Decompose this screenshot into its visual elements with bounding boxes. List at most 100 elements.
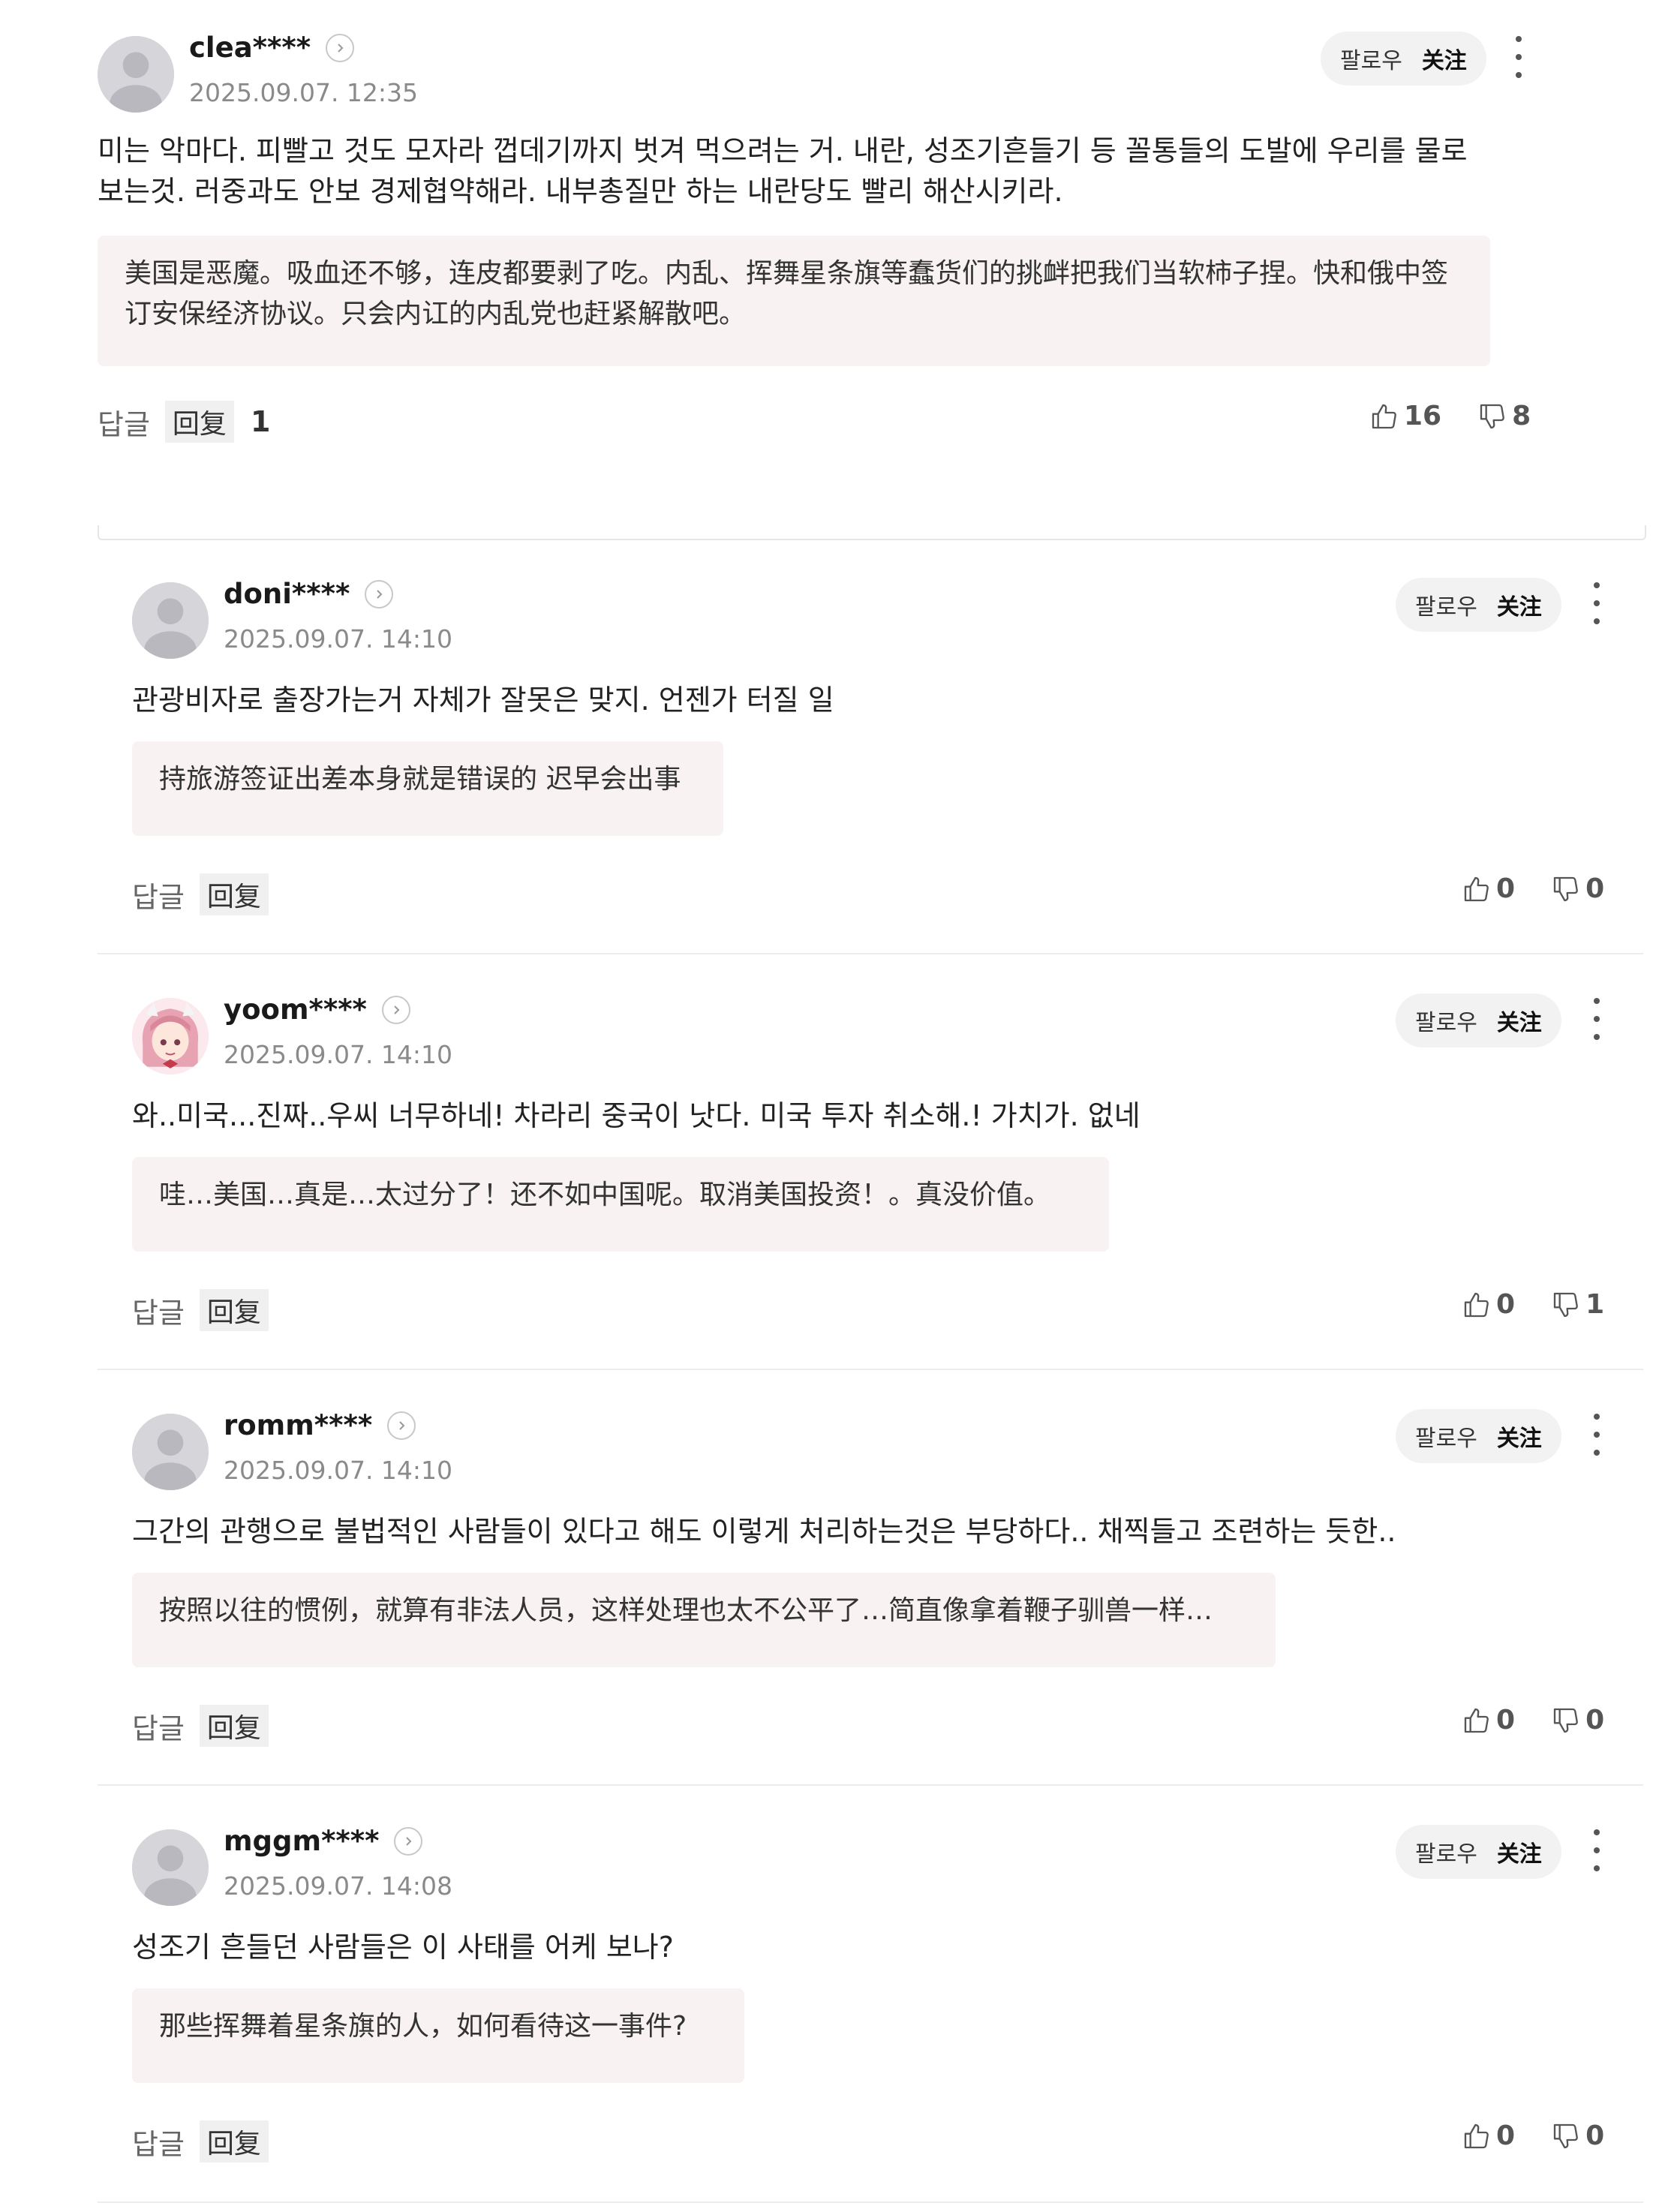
vote-controls: 0 0 [1462,2120,1604,2151]
avatar[interactable] [132,582,209,659]
chevron-right-icon[interactable] [381,995,410,1024]
dislike-button[interactable]: 0 [1551,2120,1604,2151]
like-button[interactable]: 0 [1462,873,1515,904]
reply-label-zh: 回复 [199,873,269,915]
comment-text: 관광비자로 출장가는거 자체가 잘못은 맞지. 언젠가 터질 일 [132,680,834,720]
reply-comment-4: mggm**** 2025.09.07. 14:08 팔로우 关注 성조기 흔들… [132,1825,1633,2174]
reply-actions[interactable]: 답글 回复 [132,873,269,915]
chevron-right-icon[interactable] [387,1411,416,1440]
divider [98,2201,1643,2203]
like-button[interactable]: 0 [1462,2120,1515,2151]
more-options-icon[interactable] [1588,1829,1606,1871]
reply-link[interactable]: 답글 [132,1706,185,1747]
translation-box: 持旅游签证出差本身就是错误的 迟早会出事 [132,741,723,836]
thumbs-up-icon [1464,1708,1489,1733]
like-count: 0 [1496,1705,1516,1736]
like-button[interactable]: 0 [1462,1289,1515,1320]
thumbs-up-icon [1372,404,1396,428]
follow-button[interactable]: 팔로우 关注 [1396,1825,1561,1879]
dislike-count: 0 [1585,873,1605,904]
thumbs-down-icon [1480,404,1504,428]
comment-text: 성조기 흔들던 사람들은 이 사태를 어케 보나? [132,1927,674,1967]
username[interactable]: mggm**** [224,1825,423,1857]
comment-date: 2025.09.07. 14:10 [224,624,453,654]
avatar-anime[interactable] [132,998,209,1074]
translation-line: 美国是恶魔。吸血还不够，连皮都要剥了吃。内乱、挥舞星条旗等蠢货们的挑衅把我们当软… [125,258,1449,289]
follow-label-ko: 팔로우 [1340,48,1402,74]
avatar[interactable] [98,36,174,113]
dislike-count: 8 [1512,401,1531,431]
follow-label-ko: 팔로우 [1415,1426,1477,1452]
translation-line: 那些挥舞着星条旗的人，如何看待这一事件? [159,2011,687,2042]
reply-actions[interactable]: 답글 回复 [132,1289,269,1331]
thumbs-up-icon [1464,876,1489,901]
avatar[interactable] [132,1414,209,1490]
comment-text: 미는 악마다. 피빨고 것도 모자라 껍데기까지 벗겨 먹으려는 거. 내란, … [98,131,1468,212]
follow-label-ko: 팔로우 [1415,594,1477,621]
dislike-button[interactable]: 8 [1477,401,1531,431]
translation-line: 订安保经济协议。只会内讧的内乱党也赶紧解散吧。 [125,299,747,329]
translation-line: 哇…美国…真是…太过分了！还不如中国呢。取消美国投资！。真没价值。 [159,1180,1051,1210]
username[interactable]: doni**** [224,578,394,610]
comment-date: 2025.09.07. 14:08 [224,1871,453,1901]
reply-link[interactable]: 답글 [132,874,185,915]
reply-count: 1 [250,405,271,438]
follow-label-zh: 关注 [1496,1426,1542,1452]
comment-text-line: 와..미국...진짜..우씨 너무하네! 차라리 중국이 낫다. 미국 투자 취… [132,1099,1141,1132]
username[interactable]: romm**** [224,1409,416,1441]
thumbs-down-icon [1553,2123,1578,2148]
translation-box: 美国是恶魔。吸血还不够，连皮都要剥了吃。内乱、挥舞星条旗等蠢货们的挑衅把我们当软… [98,236,1490,366]
dislike-count: 0 [1585,2120,1605,2151]
follow-label-zh: 关注 [1496,1841,1542,1868]
dislike-button[interactable]: 0 [1551,1705,1604,1736]
follow-label-ko: 팔로우 [1415,1010,1477,1036]
thumbs-up-icon [1464,1292,1489,1317]
username[interactable]: clea**** [189,32,355,64]
dislike-count: 0 [1585,1705,1605,1736]
like-count: 0 [1496,2120,1516,2151]
more-options-icon[interactable] [1588,998,1606,1040]
translation-line: 按照以往的惯例，就算有非法人员，这样处理也太不公平了…简直像拿着鞭子驯兽一样… [159,1595,1213,1626]
reply-section-divider [98,525,1646,540]
more-options-icon[interactable] [1510,36,1528,78]
reply-actions[interactable]: 답글 回复 [132,1705,269,1747]
reply-label-zh: 回复 [199,1289,269,1331]
thumbs-down-icon [1553,876,1578,901]
dislike-button[interactable]: 0 [1551,873,1604,904]
like-button[interactable]: 0 [1462,1705,1515,1736]
username-text: clea**** [189,32,311,64]
like-count: 0 [1496,873,1516,904]
chevron-right-icon[interactable] [365,579,394,609]
reply-link[interactable]: 답글 [98,401,150,443]
follow-button[interactable]: 팔로우 关注 [1321,32,1486,86]
comment-date: 2025.09.07. 14:10 [224,1040,453,1069]
reply-label-zh: 回复 [199,1705,269,1747]
chevron-right-icon[interactable] [326,33,355,62]
vote-controls: 0 0 [1462,873,1604,904]
thumbs-down-icon [1553,1292,1578,1317]
more-options-icon[interactable] [1588,582,1606,624]
reply-link[interactable]: 답글 [132,2121,185,2162]
follow-label-zh: 关注 [1496,1010,1542,1036]
comment-text: 그간의 관행으로 불법적인 사람들이 있다고 해도 이렇게 처리하는것은 부당하… [132,1511,1396,1552]
translation-box: 按照以往的惯例，就算有非法人员，这样处理也太不公平了…简直像拿着鞭子驯兽一样… [132,1573,1276,1667]
avatar[interactable] [132,1829,209,1906]
like-count: 0 [1496,1289,1516,1320]
follow-button[interactable]: 팔로우 关注 [1396,578,1561,632]
username[interactable]: yoom**** [224,993,410,1026]
username-text: romm**** [224,1409,373,1441]
reply-link[interactable]: 답글 [132,1290,185,1331]
comment-date: 2025.09.07. 12:35 [189,78,419,107]
comment-date: 2025.09.07. 14:10 [224,1456,453,1485]
chevron-right-icon[interactable] [394,1826,423,1856]
follow-button[interactable]: 팔로우 关注 [1396,1409,1561,1463]
more-options-icon[interactable] [1588,1414,1606,1456]
like-button[interactable]: 16 [1369,401,1441,431]
reply-actions[interactable]: 답글 回复 1 [98,401,270,443]
reply-actions[interactable]: 답글 回复 [132,2120,269,2162]
follow-button[interactable]: 팔로우 关注 [1396,993,1561,1047]
username-text: yoom**** [224,993,367,1026]
dislike-button[interactable]: 1 [1551,1289,1604,1320]
comment-text-line: 미는 악마다. 피빨고 것도 모자라 껍데기까지 벗겨 먹으려는 거. 내란, … [98,134,1468,167]
reply-comment-2: yoom**** 2025.09.07. 14:10 팔로우 关注 와..미국.… [132,993,1633,1343]
